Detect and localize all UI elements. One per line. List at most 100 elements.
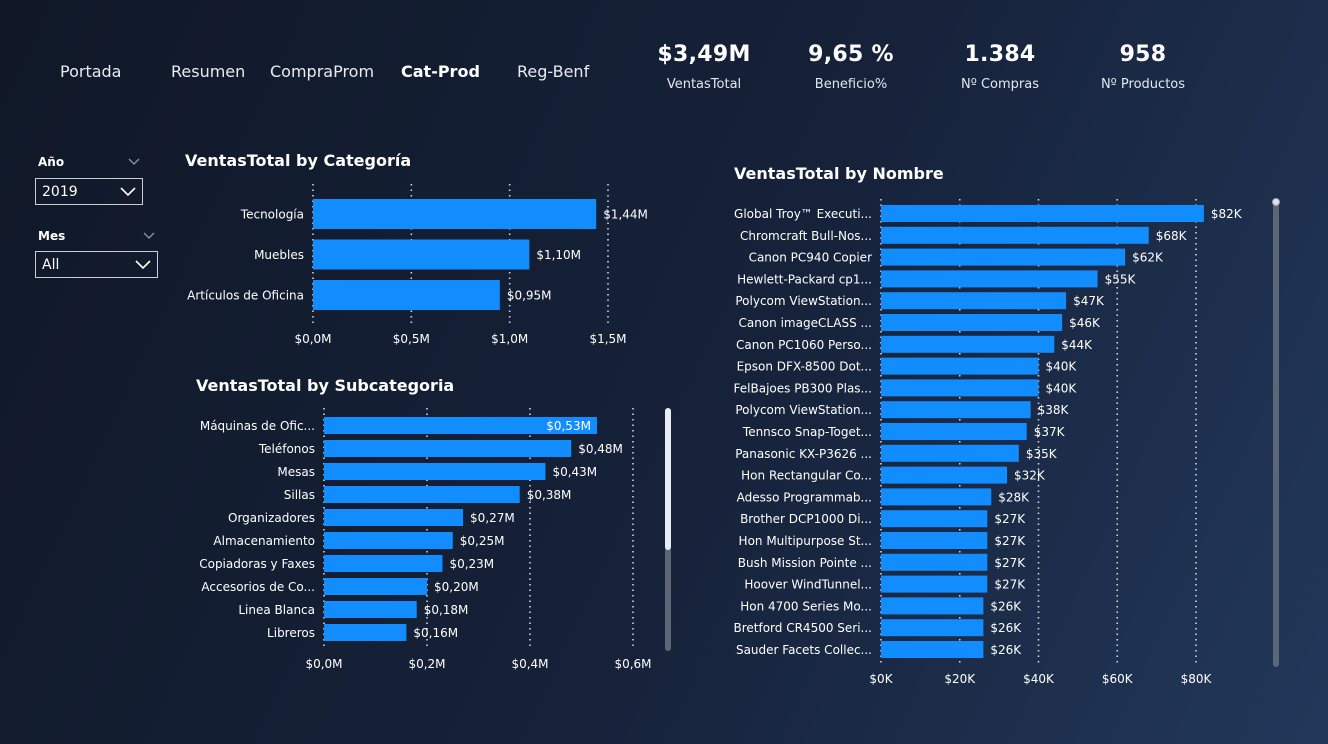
subcategoria-data-label: $0,48M <box>578 442 623 456</box>
nombre-category-label: Panasonic KX-P3626 ... <box>735 447 872 461</box>
nombre-data-label: $32K <box>1014 469 1046 483</box>
subcategoria-bar <box>324 624 407 641</box>
nombre-category-label: Bretford CR4500 Seri... <box>734 621 873 635</box>
subcategoria-bar <box>324 578 427 595</box>
subcategoria-category-label: Máquinas de Ofic... <box>200 419 315 433</box>
subcategoria-category-label: Linea Blanca <box>238 603 315 617</box>
nombre-category-label: Tennsco Snap-Toget... <box>742 425 872 439</box>
nombre-data-label: $37K <box>1034 425 1066 439</box>
nombre-bar <box>881 597 984 615</box>
nombre-category-label: Canon PC1060 Perso... <box>736 338 872 352</box>
nombre-data-label: $26K <box>990 599 1022 613</box>
nombre-data-label: $27K <box>994 534 1026 548</box>
nombre-category-label: Chromcraft Bull-Nos... <box>740 229 872 243</box>
nombre-data-label: $26K <box>990 621 1022 635</box>
subcategoria-scrollbar-thumb[interactable] <box>665 408 671 550</box>
nombre-bar <box>881 335 1055 353</box>
subcategoria-data-label: $0,25M <box>460 534 505 548</box>
nombre-category-label: Sauder Facets Collec... <box>736 643 872 657</box>
subcategoria-category-label: Copiadoras y Faxes <box>199 557 315 571</box>
categoria-x-tick-label: $1,5M <box>589 332 626 346</box>
categoria-x-tick-label: $0,0M <box>294 332 331 346</box>
nombre-category-label: Canon PC940 Copier <box>749 251 872 265</box>
subcategoria-data-label: $0,53M <box>546 419 591 433</box>
nombre-x-tick-label: $40K <box>1023 672 1055 686</box>
nombre-bar <box>881 553 988 571</box>
subcategoria-data-label: $0,27M <box>470 511 515 525</box>
nombre-data-label: $46K <box>1069 316 1101 330</box>
nombre-scrollbar[interactable] <box>1273 199 1279 667</box>
subcategoria-x-tick-label: $0,0M <box>305 657 342 671</box>
subcategoria-bar <box>324 509 464 526</box>
nombre-category-label: Hon Rectangular Co... <box>741 469 872 483</box>
nombre-data-label: $28K <box>998 490 1030 504</box>
nombre-bar <box>881 379 1039 397</box>
nombre-bar <box>881 205 1204 222</box>
categoria-data-label: $1,10M <box>536 248 581 262</box>
subcategoria-bar <box>324 463 546 480</box>
nombre-category-label: Polycom ViewStation... <box>735 294 872 308</box>
categoria-x-tick-label: $0,5M <box>393 332 430 346</box>
nombre-data-label: $27K <box>994 578 1026 592</box>
subcategoria-data-label: $0,43M <box>552 465 597 479</box>
nombre-bar <box>881 532 988 549</box>
nombre-x-tick-label: $20K <box>944 672 976 686</box>
categoria-data-label: $1,44M <box>603 208 648 222</box>
nombre-bar <box>881 510 988 528</box>
categoria-category-label: Artículos de Oficina <box>187 289 304 303</box>
subcategoria-category-label: Almacenamiento <box>213 534 315 548</box>
subcategoria-category-label: Libreros <box>267 626 315 640</box>
nombre-bar <box>881 466 1007 484</box>
nombre-category-label: Global Troy™ Executi... <box>734 207 872 221</box>
nombre-category-label: Bush Mission Pointe ... <box>738 556 872 570</box>
subcategoria-x-tick-label: $0,4M <box>511 657 548 671</box>
nombre-bar <box>881 270 1098 288</box>
nombre-category-label: FelBajoes PB300 Plas... <box>734 381 872 395</box>
nombre-category-label: Hewlett-Packard cp1... <box>737 272 872 286</box>
nombre-bar <box>881 226 1149 244</box>
subcategoria-bar <box>324 532 453 549</box>
nombre-data-label: $82K <box>1211 207 1243 221</box>
nombre-bar <box>881 488 992 506</box>
nombre-bar <box>881 401 1031 419</box>
categoria-category-label: Tecnología <box>240 208 304 222</box>
nombre-data-label: $55K <box>1105 272 1137 286</box>
nombre-data-label: $27K <box>994 512 1026 526</box>
categoria-category-label: Muebles <box>254 248 304 262</box>
nombre-category-label: Hon 4700 Series Mo... <box>740 599 872 613</box>
subcategoria-category-label: Teléfonos <box>258 442 315 456</box>
subcategoria-bar <box>324 486 520 503</box>
categoria-x-tick-label: $1,0M <box>491 332 528 346</box>
nombre-category-label: Brother DCP1000 Di... <box>740 512 872 526</box>
nombre-data-label: $62K <box>1132 251 1164 265</box>
nombre-category-label: Hon Multipurpose St... <box>739 534 872 548</box>
subcategoria-data-label: $0,23M <box>449 557 494 571</box>
nombre-category-label: Polycom ViewStation... <box>735 403 872 417</box>
nombre-category-label: Adesso Programmab... <box>737 490 872 504</box>
nombre-bar <box>881 357 1039 375</box>
nombre-data-label: $44K <box>1061 338 1093 352</box>
subcategoria-category-label: Accesorios de Co... <box>201 580 315 594</box>
subcategoria-bar <box>324 440 572 457</box>
nombre-bar <box>881 619 984 637</box>
nombre-data-label: $40K <box>1046 381 1078 395</box>
nombre-data-label: $38K <box>1038 403 1070 417</box>
nombre-bar <box>881 444 1019 462</box>
categoria-bar <box>313 280 500 310</box>
nombre-x-tick-label: $80K <box>1181 672 1213 686</box>
nombre-x-tick-label: $60K <box>1102 672 1134 686</box>
categoria-data-label: $0,95M <box>507 289 552 303</box>
subcategoria-x-tick-label: $0,2M <box>408 657 445 671</box>
nombre-data-label: $26K <box>990 643 1022 657</box>
nombre-bar <box>881 641 984 658</box>
subcategoria-category-label: Mesas <box>277 465 315 479</box>
nombre-scrollbar-thumb[interactable] <box>1272 198 1280 206</box>
subcategoria-data-label: $0,20M <box>434 580 479 594</box>
nombre-bar <box>881 314 1063 331</box>
nombre-data-label: $27K <box>994 556 1026 570</box>
nombre-bar <box>881 292 1067 310</box>
nombre-data-label: $68K <box>1156 229 1188 243</box>
categoria-bar <box>313 239 530 270</box>
subcategoria-data-label: $0,18M <box>424 603 469 617</box>
nombre-bar <box>881 423 1027 440</box>
